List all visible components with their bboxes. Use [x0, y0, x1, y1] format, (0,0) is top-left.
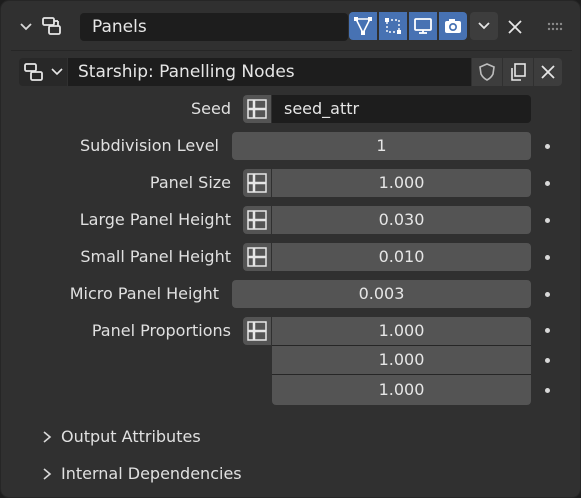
keyframe-dot-icon[interactable] — [545, 388, 550, 393]
panel-proportions-x-field[interactable]: 1.000 — [272, 317, 531, 345]
node-tree-browse-button[interactable] — [19, 58, 67, 86]
realtime-toggle-icon[interactable] — [409, 12, 437, 40]
edit-mode-toggle-icon[interactable] — [349, 12, 377, 40]
panel-proportions-label: Panel Proportions — [91, 321, 231, 340]
collapse-chevron-icon[interactable] — [18, 19, 34, 35]
duplicate-icon[interactable] — [503, 58, 533, 86]
vector-divider — [272, 374, 531, 375]
chevron-right-icon[interactable] — [41, 466, 53, 482]
drag-handle-icon[interactable] — [547, 21, 565, 33]
seed-label: Seed — [191, 99, 231, 118]
keyframe-dot-icon[interactable] — [545, 255, 550, 260]
panel-proportions-y-field[interactable]: 1.000 — [272, 346, 531, 374]
vector-divider — [272, 345, 531, 346]
node-tree-icon — [24, 63, 43, 81]
attribute-toggle-icon[interactable] — [243, 243, 271, 271]
panel-size-field[interactable]: 1.000 — [272, 169, 531, 197]
chevron-right-icon[interactable] — [41, 429, 53, 445]
attribute-toggle-icon[interactable] — [243, 169, 271, 197]
attribute-toggle-icon[interactable] — [243, 95, 271, 123]
node-group-name-field[interactable]: Starship: Panelling Nodes — [68, 58, 471, 86]
internal-dependencies-section[interactable]: Internal Dependencies — [61, 462, 242, 486]
panel-proportions-z-field[interactable]: 1.000 — [272, 375, 531, 405]
geometry-nodes-modifier-panel: Panels Starship: Panelling Nodes Seed se… — [0, 0, 581, 498]
small-panel-height-label: Small Panel Height — [80, 247, 231, 266]
render-toggle-icon[interactable] — [439, 12, 467, 40]
fake-user-shield-icon[interactable] — [472, 58, 502, 86]
browse-chevron-icon — [51, 68, 63, 76]
small-panel-height-field[interactable]: 0.010 — [272, 243, 531, 271]
attribute-toggle-icon[interactable] — [243, 206, 271, 234]
dropdown-chevron-icon[interactable] — [470, 12, 498, 40]
keyframe-dot-icon[interactable] — [545, 358, 550, 363]
close-icon[interactable] — [506, 18, 524, 36]
subdivision-level-label: Subdivision Level — [80, 136, 219, 155]
panel-size-label: Panel Size — [149, 173, 231, 192]
attribute-toggle-icon[interactable] — [243, 317, 271, 345]
keyframe-dot-icon[interactable] — [545, 328, 550, 333]
seed-attribute-field[interactable]: seed_attr — [272, 95, 531, 123]
subdivision-level-field[interactable]: 1 — [232, 132, 531, 160]
keyframe-dot-icon[interactable] — [545, 292, 550, 297]
keyframe-dot-icon[interactable] — [545, 181, 550, 186]
modifier-type-icon — [42, 17, 61, 35]
unlink-icon[interactable] — [534, 58, 562, 86]
modifier-name-field[interactable]: Panels — [80, 13, 348, 41]
header-divider — [11, 50, 572, 51]
keyframe-dot-icon[interactable] — [545, 218, 550, 223]
large-panel-height-label: Large Panel Height — [79, 210, 231, 229]
micro-panel-height-field[interactable]: 0.003 — [232, 280, 531, 308]
large-panel-height-field[interactable]: 0.030 — [272, 206, 531, 234]
micro-panel-height-label: Micro Panel Height — [69, 284, 219, 303]
on-cage-toggle-icon[interactable] — [379, 12, 407, 40]
output-attributes-section[interactable]: Output Attributes — [61, 425, 201, 449]
keyframe-dot-icon[interactable] — [545, 144, 550, 149]
